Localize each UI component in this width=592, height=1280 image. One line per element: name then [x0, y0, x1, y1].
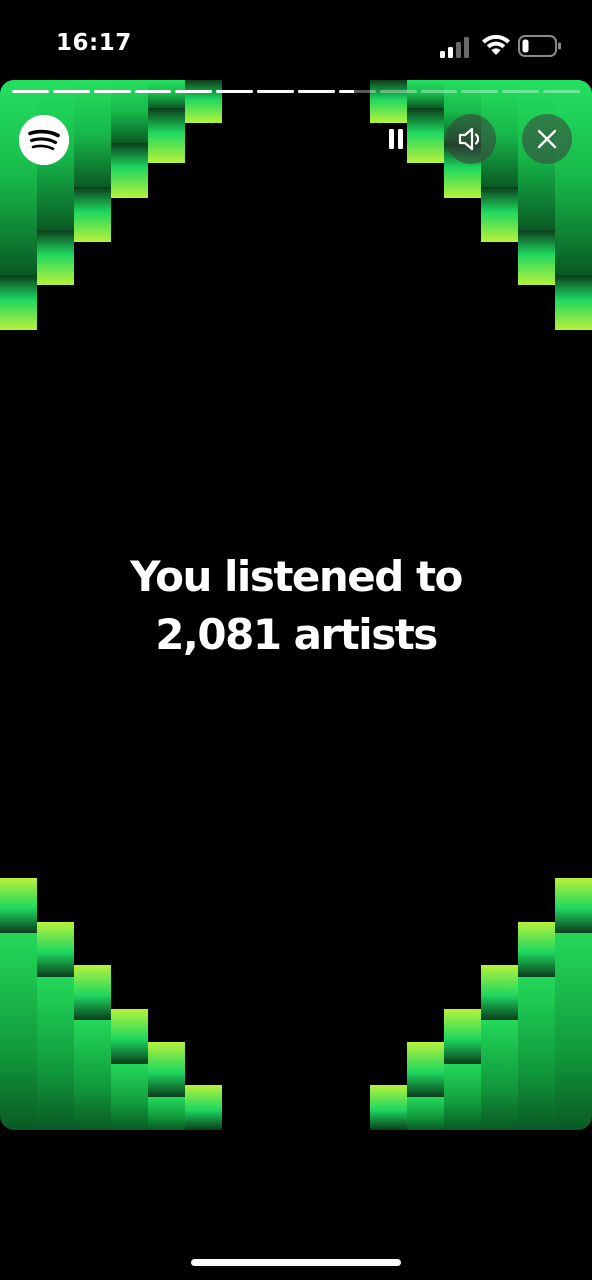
progress-segment-fill	[216, 90, 254, 93]
progress-segment-fill	[93, 90, 131, 93]
bottom-left-pixel-stairs	[0, 878, 222, 1130]
bottom-right-pixel-stairs	[370, 878, 592, 1130]
progress-segment	[52, 90, 90, 93]
progress-segment-fill	[298, 90, 335, 93]
progress-segment	[502, 90, 540, 93]
progress-segment	[379, 90, 417, 93]
status-time: 16:17	[56, 30, 132, 56]
progress-segment	[420, 90, 458, 93]
headline-line-1: You listened to	[130, 552, 463, 601]
wifi-icon	[482, 34, 510, 55]
progress-segment	[298, 90, 335, 93]
battery-low-icon	[518, 35, 561, 57]
progress-segment	[543, 90, 581, 93]
cellular-signal-icon	[440, 37, 469, 58]
progress-segment	[12, 90, 49, 93]
progress-segment	[216, 90, 254, 93]
headline-line-2: 2,081 artists	[155, 610, 438, 659]
progress-segment	[461, 90, 499, 93]
progress-segment	[93, 90, 131, 93]
home-indicator[interactable]	[191, 1259, 401, 1266]
progress-segment	[134, 90, 172, 93]
story-card[interactable]: You listened to 2,081 artists	[0, 80, 592, 1130]
progress-segment-fill	[175, 90, 213, 93]
progress-segment-fill	[12, 90, 49, 93]
spotify-logo-icon	[19, 115, 69, 165]
story-progress-bar	[12, 90, 581, 94]
progress-segment-fill	[257, 90, 295, 93]
progress-segment	[338, 90, 376, 93]
pause-button[interactable]	[371, 114, 421, 164]
progress-segment-fill	[52, 90, 90, 93]
speaker-icon	[458, 127, 480, 151]
close-icon	[537, 129, 557, 149]
pause-icon	[389, 129, 403, 149]
sound-button[interactable]	[446, 114, 496, 164]
close-button[interactable]	[522, 114, 572, 164]
progress-segment-fill	[338, 90, 354, 93]
story-headline: You listened to 2,081 artists	[0, 548, 592, 664]
status-bar: 16:17	[0, 0, 592, 80]
progress-segment-fill	[134, 90, 172, 93]
progress-segment	[257, 90, 295, 93]
progress-segment	[175, 90, 213, 93]
